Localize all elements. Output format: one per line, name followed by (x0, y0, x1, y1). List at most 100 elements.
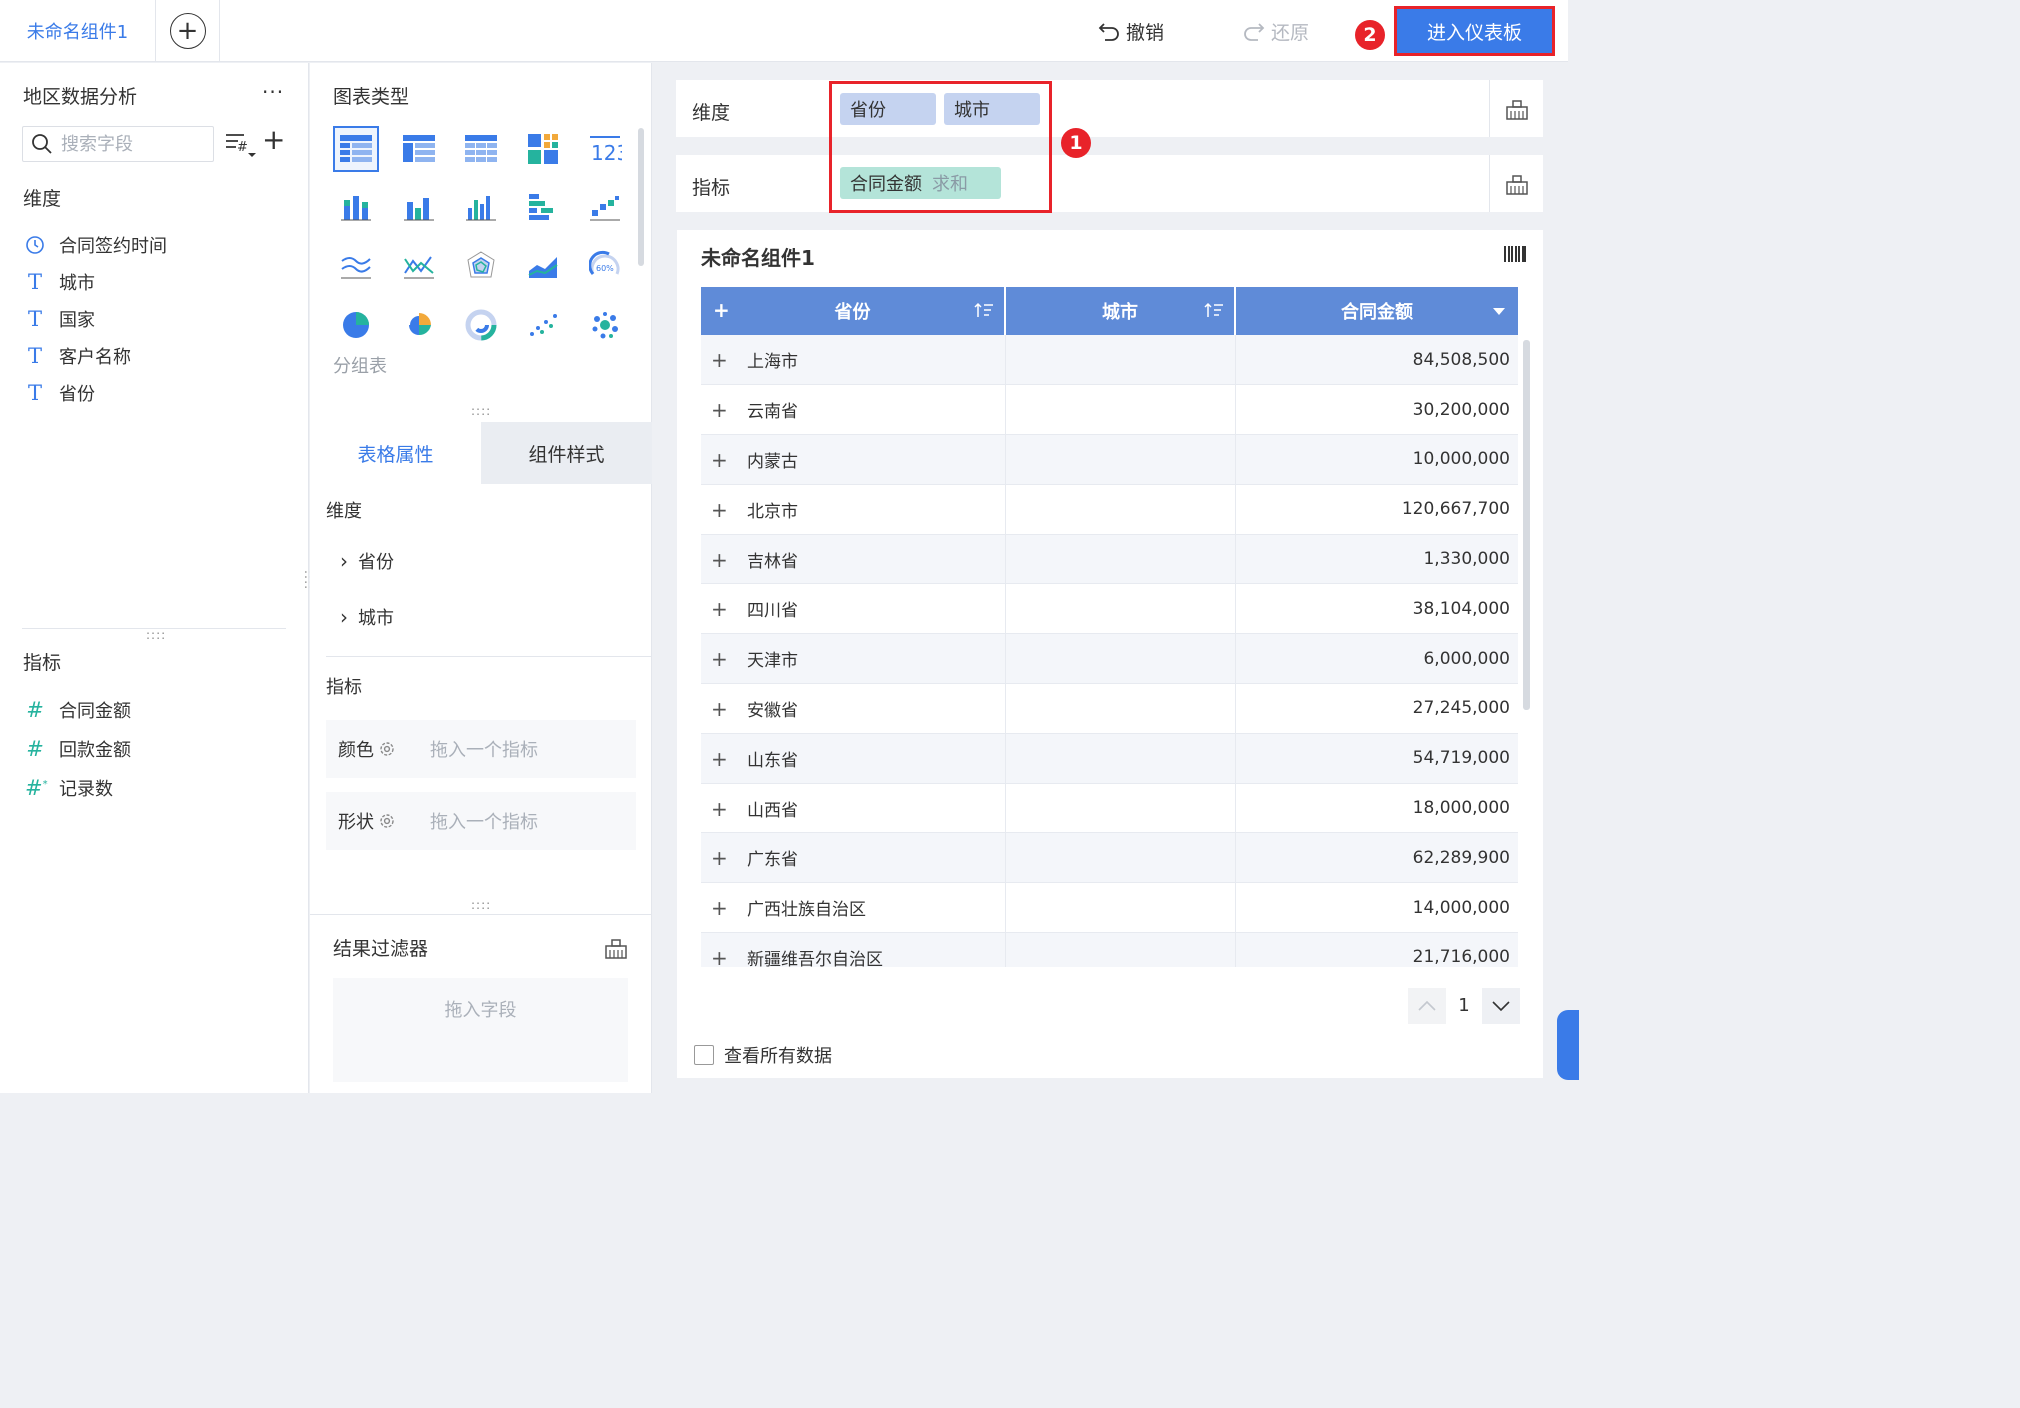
color-label: 颜色 (338, 740, 374, 761)
amount-cell: 21,716,000 (1235, 932, 1518, 967)
checkbox-box[interactable] (694, 1045, 714, 1065)
dimension-config-row (676, 80, 1543, 137)
redo-button[interactable]: 还原 (1243, 16, 1309, 46)
sort-icon[interactable] (974, 301, 994, 321)
page-up-button[interactable] (1408, 988, 1446, 1024)
scatter-chart-icon[interactable] (520, 302, 566, 348)
expand-row-icon[interactable]: + (711, 448, 728, 472)
metric-row-settings-icon[interactable] (1505, 172, 1529, 196)
field-item-city[interactable]: T 城市 (25, 263, 295, 300)
side-drawer-handle[interactable] (1557, 1010, 1579, 1080)
undo-icon (1098, 23, 1119, 41)
column-header-amount[interactable]: 合同金额 (1235, 287, 1518, 335)
stacked-bar-chart-icon[interactable] (396, 184, 442, 230)
field-search[interactable] (22, 126, 214, 162)
expand-row-icon[interactable]: + (711, 697, 728, 721)
field-label: 城市 (59, 272, 95, 294)
line-chart-icon[interactable] (333, 243, 379, 289)
detail-table-chart-icon[interactable] (396, 126, 442, 172)
search-input[interactable] (61, 133, 201, 155)
multi-pie-chart-icon[interactable] (458, 302, 504, 348)
column-header-province[interactable]: + 省份 (701, 287, 1006, 335)
grouped-bar-chart-icon[interactable] (333, 184, 379, 230)
rose-chart-icon[interactable] (396, 302, 442, 348)
city-cell (1005, 384, 1236, 436)
expand-row-icon[interactable]: + (711, 846, 728, 870)
chart-type-scrollbar[interactable] (638, 128, 644, 266)
dimension-row-settings-icon[interactable] (1505, 97, 1529, 121)
column-header-city[interactable]: 城市 (1005, 287, 1236, 335)
field-item-contract-time[interactable]: 合同签约时间 (25, 226, 295, 263)
dropdown-caret-icon[interactable] (1492, 307, 1506, 317)
section-divider (310, 914, 652, 915)
radar-chart-icon[interactable] (458, 243, 504, 289)
table-scrollbar[interactable] (1523, 340, 1530, 710)
field-item-record-count[interactable]: #* 记录数 (25, 768, 295, 807)
tab-component[interactable]: 未命名组件1 (0, 0, 156, 62)
expand-row-icon[interactable]: + (711, 498, 728, 522)
field-item-contract-amount[interactable]: # 合同金额 (25, 690, 295, 729)
sort-icon[interactable] (1204, 301, 1224, 321)
expand-row-icon[interactable]: + (711, 597, 728, 621)
city-cell (1005, 434, 1236, 485)
gear-icon[interactable] (378, 812, 396, 830)
expand-row-icon[interactable]: + (711, 647, 728, 671)
cross-table-chart-icon[interactable] (458, 126, 504, 172)
expand-row-icon[interactable]: + (711, 896, 728, 920)
checkbox-label: 查看所有数据 (724, 1046, 832, 1067)
add-tab-button[interactable]: + (156, 0, 220, 62)
bubble-chart-icon[interactable] (582, 302, 628, 348)
shape-drop-zone[interactable]: 形状 拖入一个指标 (326, 792, 636, 850)
metric-field-list: # 合同金额 # 回款金额 #* 记录数 (25, 690, 295, 807)
province-cell: + 北京市 (701, 484, 1006, 535)
gauge-chart-icon[interactable]: 60% (582, 243, 628, 289)
grouped-table-chart-icon[interactable] (333, 126, 379, 172)
field-item-customer[interactable]: T 客户名称 (25, 337, 295, 374)
resize-handle-icon[interactable]: :::: (471, 899, 491, 911)
dimension-item-province[interactable]: › 省份 (340, 548, 394, 574)
dimension-item-city[interactable]: › 城市 (340, 604, 394, 630)
city-cell (1005, 335, 1236, 386)
field-item-country[interactable]: T 国家 (25, 300, 295, 337)
horizontal-bar-chart-icon[interactable] (520, 184, 566, 230)
page-down-button[interactable] (1482, 988, 1520, 1024)
city-cell (1005, 534, 1236, 585)
row-separator (1489, 80, 1490, 137)
bar-chart-icon[interactable] (458, 184, 504, 230)
undo-label: 撤销 (1126, 21, 1165, 44)
resize-handle-icon[interactable]: :::: (146, 629, 166, 641)
expand-row-icon[interactable]: + (711, 946, 728, 967)
tab-table-properties[interactable]: 表格属性 (310, 422, 481, 484)
kpi-number-chart-icon[interactable]: 123 (582, 126, 628, 172)
field-item-payment-amount[interactable]: # 回款金额 (25, 729, 295, 768)
filter-drop-zone[interactable]: 拖入字段 (333, 978, 628, 1082)
gear-icon[interactable] (378, 740, 396, 758)
expand-row-icon[interactable]: + (711, 348, 728, 372)
combo-line-chart-icon[interactable] (396, 243, 442, 289)
add-field-icon[interactable]: + (262, 126, 285, 154)
metric-config-row (676, 155, 1543, 212)
expand-row-icon[interactable]: + (711, 398, 728, 422)
enter-dashboard-button[interactable]: 进入仪表板 (1394, 6, 1555, 56)
waterfall-chart-icon[interactable] (582, 184, 628, 230)
expand-row-icon[interactable]: + (711, 797, 728, 821)
barcode-icon[interactable] (1503, 244, 1527, 264)
province-label: 安徽省 (747, 700, 798, 721)
expand-all-icon[interactable]: + (713, 298, 730, 322)
field-item-province[interactable]: T 省份 (25, 374, 295, 411)
view-all-data-checkbox[interactable]: 查看所有数据 (694, 1042, 832, 1068)
area-chart-icon[interactable] (520, 243, 566, 289)
more-options-icon[interactable]: ··· (262, 80, 284, 104)
expand-row-icon[interactable]: + (711, 548, 728, 572)
annotation-badge-1: 1 (1061, 128, 1091, 158)
color-drop-zone[interactable]: 颜色 拖入一个指标 (326, 720, 636, 778)
color-table-chart-icon[interactable] (520, 126, 566, 172)
resize-handle-icon[interactable]: :::: (471, 405, 491, 417)
sort-filter-icon[interactable]: # (224, 131, 258, 164)
filter-settings-icon[interactable] (604, 936, 628, 960)
pie-chart-icon[interactable] (333, 302, 379, 348)
undo-button[interactable]: 撤销 (1098, 16, 1164, 46)
tab-component-style[interactable]: 组件样式 (481, 422, 652, 484)
province-cell: + 内蒙古 (701, 434, 1006, 485)
expand-row-icon[interactable]: + (711, 747, 728, 771)
